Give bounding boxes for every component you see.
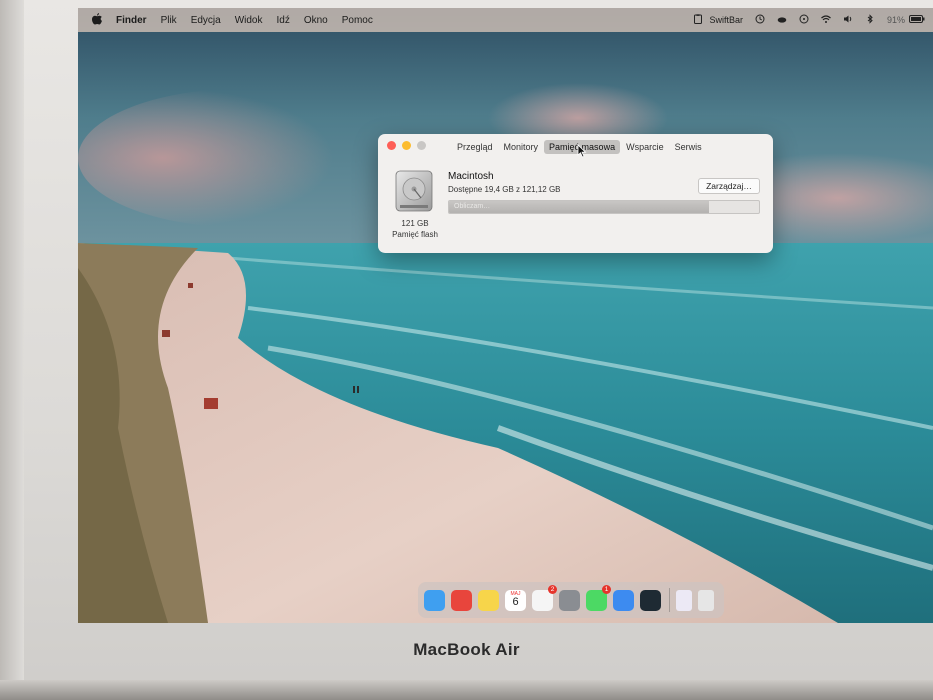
dock-separator xyxy=(669,588,670,612)
tab-wsparcie[interactable]: Wsparcie xyxy=(621,140,669,154)
zoom-button[interactable] xyxy=(417,141,426,150)
mouse-cursor-icon xyxy=(577,144,587,158)
bezel-edge xyxy=(0,0,24,700)
trash-icon[interactable] xyxy=(698,589,714,611)
disk-type: Pamięć flash xyxy=(392,230,438,239)
mail-icon[interactable] xyxy=(613,589,634,611)
wifi-icon[interactable] xyxy=(821,14,831,26)
disk-caption: 121 GB Pamięć flash xyxy=(386,218,444,240)
document-icon[interactable] xyxy=(676,589,692,611)
menu-idz[interactable]: Idź xyxy=(277,15,290,26)
apple-icon[interactable] xyxy=(92,12,102,28)
menu-edycja[interactable]: Edycja xyxy=(191,15,221,26)
swiftbar-label[interactable]: SwiftBar xyxy=(709,15,743,25)
disk-available: Dostępne 19,4 GB z 121,12 GB xyxy=(448,185,561,194)
disk-size: 121 GB xyxy=(401,219,429,228)
disk-name: Macintosh xyxy=(448,171,494,182)
notification-badge: 1 xyxy=(602,584,611,594)
reminders-icon[interactable]: 2 xyxy=(532,584,557,611)
menu-widok[interactable]: Widok xyxy=(235,15,263,26)
messages-icon[interactable]: 1 xyxy=(586,584,611,611)
script-editor-icon[interactable] xyxy=(640,589,661,611)
manage-button[interactable]: Zarządzaj… xyxy=(698,178,760,194)
bluetooth-icon[interactable] xyxy=(865,14,875,26)
menu-app-finder[interactable]: Finder xyxy=(116,15,147,26)
system-preferences-icon[interactable] xyxy=(559,589,580,611)
window-controls xyxy=(387,141,432,150)
clipboard-icon[interactable] xyxy=(693,14,703,26)
notification-badge: 2 xyxy=(548,584,557,594)
about-this-mac-window: Przegląd Monitory Pamięć masowa Wsparcie… xyxy=(378,134,773,253)
menu-okno[interactable]: Okno xyxy=(304,15,328,26)
chrome-icon[interactable] xyxy=(451,589,472,611)
clock-icon[interactable] xyxy=(755,14,765,26)
storage-bar-fill: Obliczam… xyxy=(449,201,710,213)
calendar-icon[interactable]: MAJ 6 xyxy=(505,589,526,611)
storage-bar: Obliczam… xyxy=(448,200,760,214)
calendar-day: 6 xyxy=(512,595,519,608)
menu-plik[interactable]: Plik xyxy=(161,15,177,26)
time-machine-icon[interactable] xyxy=(799,14,809,26)
cloud-icon[interactable] xyxy=(777,14,787,26)
volume-icon[interactable] xyxy=(843,14,853,26)
desktop-wallpaper xyxy=(78,8,933,623)
laptop-brand-label: MacBook Air xyxy=(413,640,520,659)
menu-bar: Finder Plik Edycja Widok Idź Okno Pomoc … xyxy=(78,8,933,32)
laptop-base xyxy=(0,680,933,700)
menu-pomoc[interactable]: Pomoc xyxy=(342,15,373,26)
screen: Finder Plik Edycja Widok Idź Okno Pomoc … xyxy=(78,8,933,623)
battery-icon[interactable] xyxy=(909,15,925,25)
tab-monitory[interactable]: Monitory xyxy=(499,140,544,154)
tab-serwis[interactable]: Serwis xyxy=(670,140,707,154)
notes-icon[interactable] xyxy=(478,589,499,611)
battery-percent[interactable]: 91% xyxy=(887,15,905,25)
minimize-button[interactable] xyxy=(402,141,411,150)
dock: MAJ 6 2 1 xyxy=(418,582,724,618)
close-button[interactable] xyxy=(387,141,396,150)
hard-drive-icon xyxy=(395,170,433,212)
tab-przeglad[interactable]: Przegląd xyxy=(452,140,498,154)
finder-icon[interactable] xyxy=(424,589,445,611)
